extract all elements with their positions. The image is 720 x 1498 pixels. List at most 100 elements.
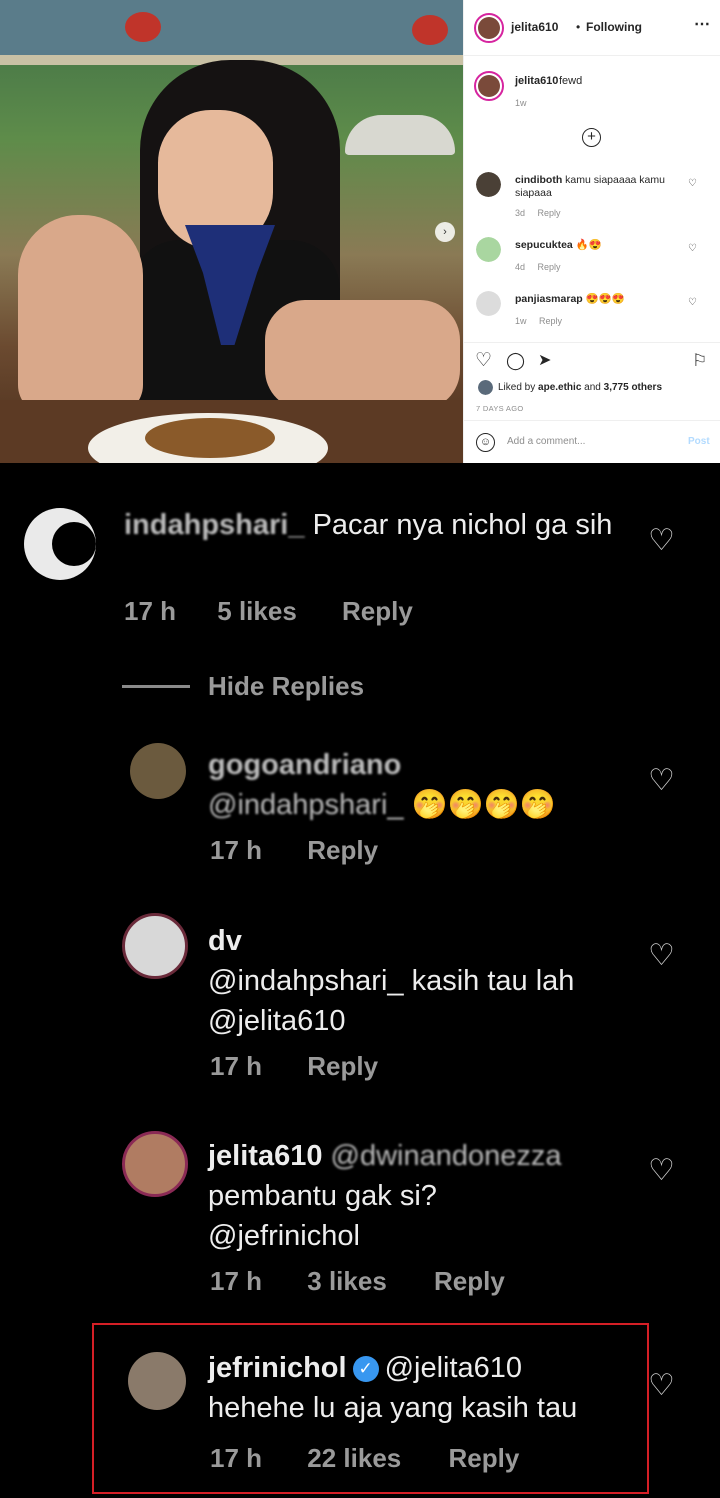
photo-roof [0,0,463,60]
avatar[interactable] [122,913,188,979]
caption-avatar[interactable] [474,71,504,101]
like-heart-icon[interactable]: ♡ [648,1368,675,1403]
post-actions: ♡ ◯ ➤ ⚐ Liked by ape.ethic and 3,775 oth… [464,342,720,420]
comment-likes[interactable]: 22 likes [307,1443,401,1473]
comment-username[interactable]: jefrinichol [208,1352,347,1384]
comment-mention[interactable]: @indahpshari_ [208,965,404,997]
liker-avatar [478,380,493,395]
likes-text[interactable]: Liked by ape.ethic and 3,775 others [498,382,662,393]
like-heart-icon[interactable]: ♡ [648,523,675,558]
comment-mention[interactable]: @jelita610 [208,1005,345,1037]
comment-bubble-icon[interactable]: ◯ [506,351,525,371]
following-button[interactable]: Following [586,20,642,34]
comment-body: cindiboth kamu siapaaaa kamu siapaaa [515,174,680,200]
photo-lantern [412,15,448,45]
emoji-icon[interactable]: ☺ [476,433,495,452]
comment-username[interactable]: jelita610 [208,1140,322,1172]
share-paper-plane-icon[interactable]: ➤ [538,351,551,371]
like-heart-icon[interactable]: ♡ [475,351,492,371]
comment-meta: 3d Reply [515,208,571,218]
comment-time: 17 h [210,835,263,865]
photo-umbrella [345,115,455,155]
comment-time: 17 h [210,1051,263,1081]
save-bookmark-icon[interactable]: ⚐ [692,351,707,371]
comment-time: 4d [515,262,526,272]
comment-reply-link[interactable]: Reply [538,262,561,272]
comment-reply-link[interactable]: Reply [539,316,562,326]
caption-text: fewd [559,75,583,87]
comment-meta: 17 h Reply [210,1051,378,1082]
comment-like-heart-icon[interactable]: ♡ [688,178,697,189]
comment-avatar[interactable] [476,291,501,316]
instagram-post: › jelita610 • Following ⋯ jelita610 fewd… [0,0,720,463]
reply-comment: dv @indahpshari_ kasih tau lah @jelita61… [208,921,628,1041]
load-more-comments-icon[interactable]: + [582,128,601,147]
comment-body: sepucuktea 🔥😍 [515,239,680,252]
hide-replies-button[interactable]: Hide Replies [208,671,364,702]
reply-comment: jefrinichol ✓ @jelita610 hehehe lu aja yan… [208,1348,638,1428]
comment-mention[interactable]: @dwinandonezza [331,1140,562,1172]
avatar[interactable] [122,1131,188,1197]
comment-avatar[interactable] [476,237,501,262]
comment-like-heart-icon[interactable]: ♡ [688,243,697,254]
comment-username[interactable]: cindiboth [515,174,562,186]
comment-avatar[interactable] [476,172,501,197]
next-photo-chevron-icon[interactable]: › [435,222,455,242]
comment-text: 🔥😍 [575,239,602,251]
photo-arm-right [265,300,460,410]
reply-button[interactable]: Reply [307,1051,378,1081]
comment-thread-screenshot: indahpshari_ Pacar nya nichol ga sih ♡ 1… [0,463,720,1498]
reply-button[interactable]: Reply [434,1266,505,1296]
comment-body: panjiasmarap 😍😍😍 [515,293,680,306]
comment-meta: 17 h 5 likes Reply [124,596,413,627]
photo-arm-left [18,215,143,415]
like-heart-icon[interactable]: ♡ [648,938,675,973]
reply-button[interactable]: Reply [342,596,413,626]
verified-badge-icon: ✓ [352,1356,379,1383]
comment-meta: 17 h Reply [210,835,378,866]
like-heart-icon[interactable]: ♡ [648,1153,675,1188]
comment-meta: 17 h 22 likes Reply [210,1443,519,1474]
post-sidebar: jelita610 • Following ⋯ jelita610 fewd 1… [463,0,720,463]
comment-like-heart-icon[interactable]: ♡ [688,297,697,308]
avatar[interactable] [128,1352,186,1410]
caption-time: 1w [515,98,527,108]
comment-likes[interactable]: 3 likes [307,1266,387,1296]
comment-mention[interactable]: @jefrinichol [208,1220,360,1252]
comment-username[interactable]: indahpshari_ [124,509,305,541]
photo-lantern [125,12,161,42]
comment-time: 1w [515,316,527,326]
caption-username[interactable]: jelita610 [515,75,558,87]
post-photo: › [0,0,463,463]
avatar[interactable] [130,743,186,799]
avatar[interactable] [24,508,96,580]
comment-username[interactable]: dv [208,921,628,961]
main-comment: indahpshari_ Pacar nya nichol ga sih [124,505,614,545]
comment-username[interactable]: gogoandriano [208,745,628,785]
add-comment-bar: ☺ Add a comment... Post [464,420,720,463]
author-avatar[interactable] [474,13,504,43]
post-comment-button[interactable]: Post [688,436,710,447]
comment-meta: 4d Reply [515,262,571,272]
comment-text: 😍😍😍 [585,293,625,305]
comment-time: 3d [515,208,526,218]
reply-button[interactable]: Reply [307,835,378,865]
comment-text: Pacar nya nichol ga sih [312,509,613,541]
comment-reply-link[interactable]: Reply [538,208,561,218]
comment-username[interactable]: panjiasmarap [515,293,583,305]
reply-button[interactable]: Reply [448,1443,519,1473]
post-date[interactable]: 7 DAYS AGO [476,404,523,413]
comment-likes[interactable]: 5 likes [217,596,297,626]
comment-mention[interactable]: @jelita610 [385,1352,522,1384]
more-options-icon[interactable]: ⋯ [694,14,711,34]
add-comment-input[interactable]: Add a comment... [507,436,585,447]
comment-time: 17 h [124,596,177,626]
comment-username[interactable]: sepucuktea [515,239,573,251]
comment-text: 🤭🤭🤭🤭 [411,789,557,821]
like-heart-icon[interactable]: ♡ [648,763,675,798]
photo-food [145,418,275,458]
author-username[interactable]: jelita610 [511,20,558,34]
comment-text: kasih tau lah [411,965,575,997]
comment-mention[interactable]: @indahpshari_ [208,789,404,821]
post-header: jelita610 • Following ⋯ [464,0,720,56]
